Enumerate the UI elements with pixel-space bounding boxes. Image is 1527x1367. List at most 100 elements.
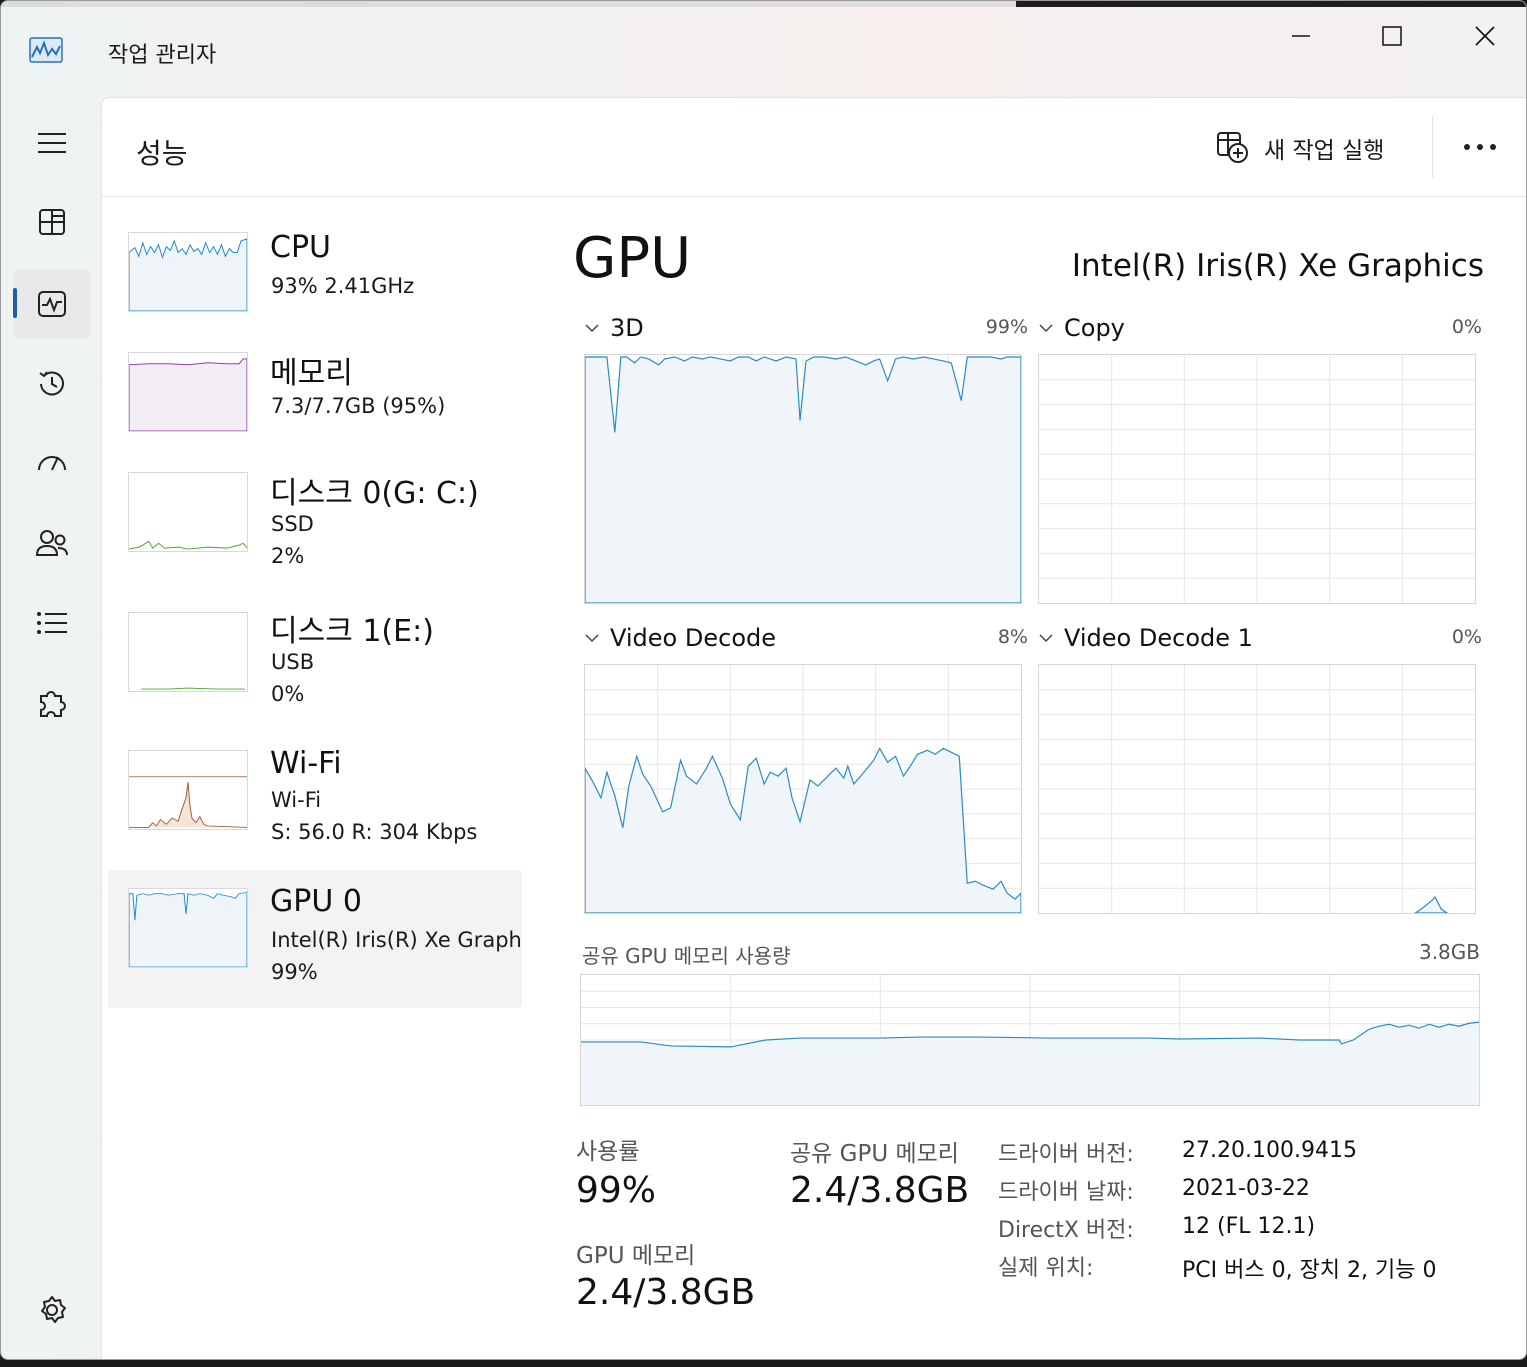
page-title: 성능 bbox=[136, 137, 188, 170]
chevron-down-icon bbox=[1039, 324, 1053, 333]
top-strip-dark bbox=[1016, 1, 1526, 7]
side-item-type: USB bbox=[271, 650, 315, 674]
utilization-value: 99% bbox=[576, 1170, 657, 1211]
nav-performance[interactable] bbox=[13, 269, 91, 339]
graph-shared-gpu-memory bbox=[580, 974, 1480, 1106]
driver-date-value: 2021-03-22 bbox=[1182, 1176, 1310, 1201]
graph-video-decode bbox=[584, 664, 1022, 914]
header-divider bbox=[1432, 116, 1433, 178]
side-item-disk0[interactable]: 디스크 0(G: C:) SSD 2% bbox=[108, 460, 522, 598]
speedometer-icon bbox=[38, 456, 66, 471]
directx-version-value: 12 (FL 12.1) bbox=[1182, 1214, 1316, 1239]
shared-gpu-memory-max: 3.8GB bbox=[1418, 940, 1480, 964]
graph-copy bbox=[1038, 354, 1476, 604]
run-new-task-button[interactable]: 새 작업 실행 bbox=[1216, 128, 1384, 168]
graph-video-decode-1 bbox=[1038, 664, 1476, 914]
nav-startup-apps[interactable] bbox=[13, 428, 91, 498]
engine-selector-video-decode-1[interactable]: Video Decode 1 bbox=[1038, 624, 1253, 652]
more-dots-icon bbox=[1464, 144, 1496, 150]
app-title: 작업 관리자 bbox=[108, 43, 217, 68]
physical-location-value: PCI 버스 0, 장치 2, 기능 0 bbox=[1182, 1258, 1437, 1283]
utilization-label: 사용률 bbox=[576, 1139, 640, 1165]
side-item-cpu[interactable]: CPU 93% 2.41GHz bbox=[108, 220, 522, 358]
side-item-throughput: S: 56.0 R: 304 Kbps bbox=[271, 820, 478, 844]
disk0-thumbnail-graph bbox=[128, 472, 248, 552]
driver-date-label: 드라이버 날짜: bbox=[998, 1180, 1134, 1205]
engine-percent: 8% bbox=[997, 626, 1028, 648]
active-nav-indicator bbox=[13, 288, 17, 318]
engine-label: Copy bbox=[1064, 314, 1125, 342]
side-item-name: CPU bbox=[270, 230, 331, 265]
new-task-icon bbox=[1217, 132, 1248, 163]
engine-label: 3D bbox=[610, 314, 644, 342]
nav-services[interactable] bbox=[13, 668, 91, 738]
content-panel: 성능 새 작업 실행 CPU 93% 2.41GHz 메모리 7.3/7.7GB… bbox=[101, 97, 1526, 1359]
side-item-gpu-model: Intel(R) Iris(R) Xe Graphics bbox=[271, 928, 523, 952]
gpu-memory-value: 2.4/3.8GB bbox=[576, 1272, 756, 1313]
run-new-task-label: 새 작업 실행 bbox=[1264, 138, 1385, 164]
side-item-wifi[interactable]: Wi-Fi Wi-Fi S: 56.0 R: 304 Kbps bbox=[108, 738, 522, 876]
nav-users[interactable] bbox=[13, 508, 91, 578]
side-item-type: SSD bbox=[271, 512, 314, 536]
side-item-name: 디스크 0(G: C:) bbox=[270, 476, 479, 511]
engine-selector-video-decode[interactable]: Video Decode bbox=[584, 624, 776, 652]
performance-icon bbox=[38, 291, 66, 317]
more-options-button[interactable] bbox=[1457, 126, 1503, 168]
side-item-usage: 0% bbox=[271, 682, 305, 706]
gpu-thumbnail-graph bbox=[128, 888, 248, 968]
list-icon bbox=[37, 612, 67, 634]
close-button[interactable] bbox=[1462, 15, 1508, 57]
history-icon bbox=[39, 371, 64, 396]
shared-gpu-memory-value: 2.4/3.8GB bbox=[790, 1170, 970, 1211]
chevron-down-icon bbox=[1039, 634, 1053, 643]
engine-label: Video Decode 1 bbox=[1064, 624, 1253, 652]
engine-percent: 99% bbox=[985, 316, 1028, 338]
side-item-disk1[interactable]: 디스크 1(E:) USB 0% bbox=[108, 598, 522, 736]
engine-percent: 0% bbox=[1451, 626, 1482, 648]
nav-app-history[interactable] bbox=[13, 349, 91, 419]
users-icon bbox=[35, 530, 68, 556]
gpu-title: GPU bbox=[573, 226, 692, 291]
hamburger-icon bbox=[38, 133, 66, 153]
memory-thumbnail-graph bbox=[128, 352, 248, 432]
header-separator bbox=[102, 196, 1526, 197]
side-item-usage: 99% bbox=[271, 960, 318, 984]
side-item-usage: 2% bbox=[271, 544, 305, 568]
disk1-thumbnail-graph bbox=[128, 612, 248, 692]
nav-settings[interactable] bbox=[13, 1275, 91, 1345]
nav-details[interactable] bbox=[13, 588, 91, 658]
side-item-name: 디스크 1(E:) bbox=[270, 614, 434, 649]
nav-processes[interactable] bbox=[13, 187, 91, 257]
side-item-name: 메모리 bbox=[270, 356, 353, 391]
shared-gpu-memory-label: 공유 GPU 메모리 bbox=[790, 1141, 959, 1167]
top-strip bbox=[1, 1, 1016, 7]
engine-selector-copy[interactable]: Copy bbox=[1038, 314, 1125, 342]
side-item-adapter: Wi-Fi bbox=[271, 788, 322, 812]
side-item-name: Wi-Fi bbox=[270, 746, 342, 781]
maximize-button[interactable] bbox=[1369, 15, 1415, 57]
side-item-name: GPU 0 bbox=[270, 884, 362, 919]
driver-version-label: 드라이버 버전: bbox=[998, 1142, 1134, 1167]
task-manager-window: 작업 관리자 성능 새 작업 실행 CPU 93% 2.41GHz 메모리 7.… bbox=[0, 0, 1527, 1360]
hamburger-menu-button[interactable] bbox=[13, 108, 91, 178]
shared-gpu-memory-usage-label: 공유 GPU 메모리 사용량 bbox=[582, 944, 791, 968]
processes-icon bbox=[39, 209, 65, 235]
puzzle-icon bbox=[40, 691, 66, 717]
driver-version-value: 27.20.100.9415 bbox=[1182, 1138, 1357, 1163]
physical-location-label: 실제 위치: bbox=[998, 1256, 1094, 1281]
engine-label: Video Decode bbox=[610, 624, 776, 652]
wifi-thumbnail-graph bbox=[128, 750, 248, 830]
side-item-memory[interactable]: 메모리 7.3/7.7GB (95%) bbox=[108, 340, 522, 478]
side-item-gpu0[interactable]: GPU 0 Intel(R) Iris(R) Xe Graphics 99% bbox=[108, 870, 523, 1008]
task-manager-app-icon bbox=[29, 37, 63, 65]
gpu-memory-label: GPU 메모리 bbox=[576, 1243, 696, 1269]
side-item-detail: 93% 2.41GHz bbox=[271, 274, 415, 298]
chevron-down-icon bbox=[585, 324, 599, 333]
chevron-down-icon bbox=[585, 634, 599, 643]
minimize-button[interactable] bbox=[1278, 15, 1324, 57]
engine-selector-3d[interactable]: 3D bbox=[584, 314, 644, 342]
graph-3d bbox=[584, 354, 1022, 604]
engine-percent: 0% bbox=[1451, 316, 1482, 338]
gpu-model-name: Intel(R) Iris(R) Xe Graphics bbox=[1071, 248, 1484, 284]
gear-icon bbox=[41, 1296, 66, 1323]
